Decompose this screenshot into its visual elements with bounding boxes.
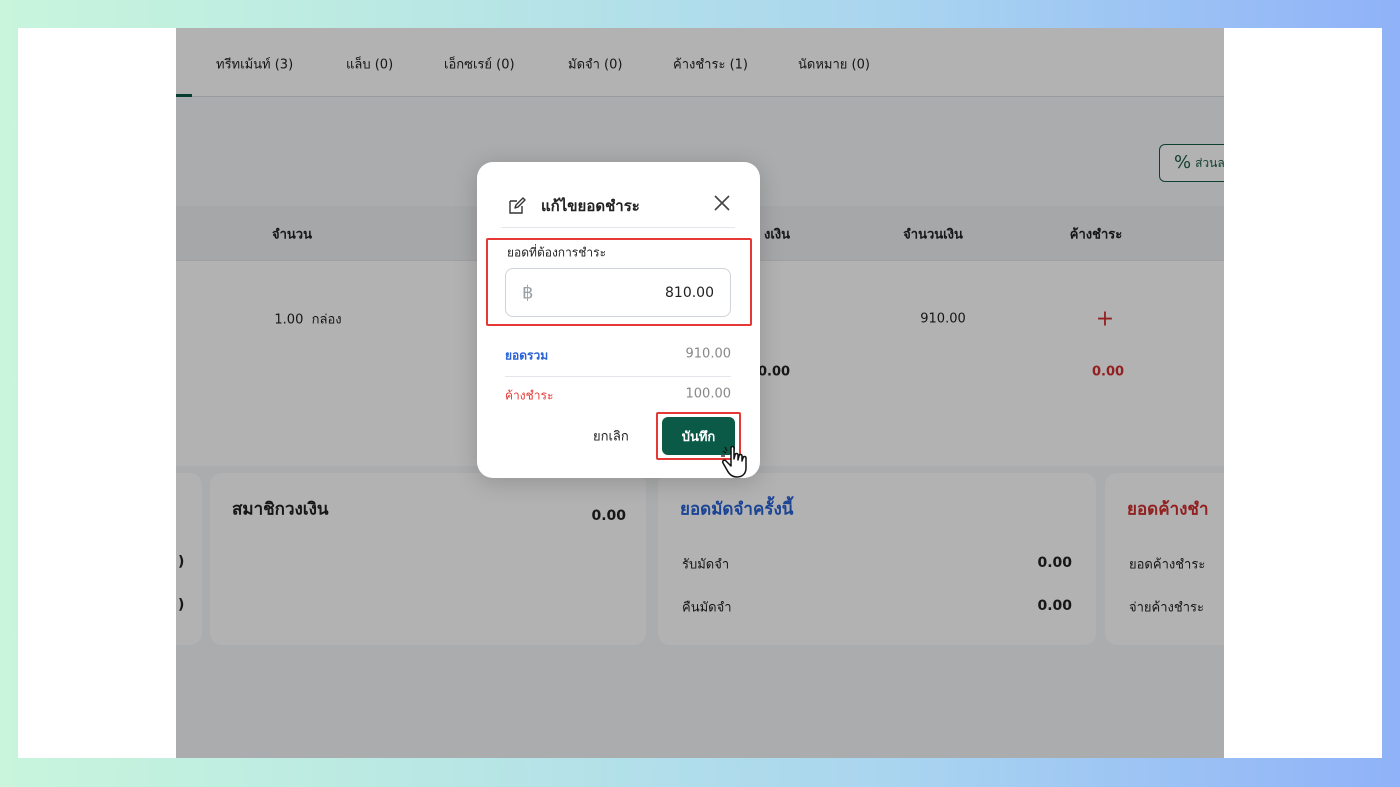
amount-field-label: ยอดที่ต้องการชำระ bbox=[507, 245, 607, 260]
outstanding-row: ค้างชำระ 100.00 bbox=[505, 387, 731, 406]
total-value: 910.00 bbox=[685, 346, 732, 362]
total-label: ยอดรวม bbox=[505, 348, 549, 363]
outstanding-label: ค้างชำระ bbox=[505, 388, 554, 403]
edit-icon bbox=[509, 196, 526, 214]
cancel-button[interactable]: ยกเลิก bbox=[593, 426, 629, 447]
total-row: ยอดรวม 910.00 bbox=[505, 347, 731, 366]
close-icon[interactable] bbox=[713, 194, 731, 212]
outstanding-value: 100.00 bbox=[685, 386, 732, 402]
modal-title: แก้ไขยอดชำระ bbox=[541, 196, 640, 215]
baht-icon: ฿ bbox=[522, 282, 534, 303]
amount-value: 810.00 bbox=[665, 284, 714, 301]
summary-divider bbox=[505, 376, 731, 377]
modal-header: แก้ไขยอดชำระ bbox=[501, 184, 735, 228]
edit-payment-modal: แก้ไขยอดชำระ ยอดที่ต้องการชำระ ฿ 810.00 … bbox=[477, 162, 760, 478]
hand-cursor-icon bbox=[721, 445, 747, 478]
amount-input[interactable]: ฿ 810.00 bbox=[505, 268, 731, 317]
